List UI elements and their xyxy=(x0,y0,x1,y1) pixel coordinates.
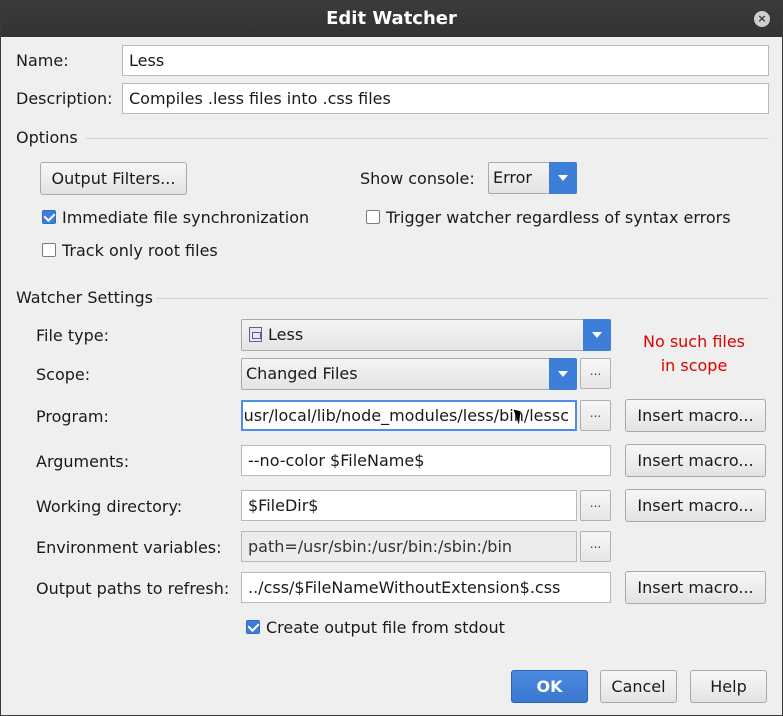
ok-button[interactable]: OK xyxy=(511,670,588,703)
less-file-icon xyxy=(249,327,262,342)
options-heading: Options xyxy=(16,128,78,147)
environment-variables-label: Environment variables: xyxy=(36,538,222,557)
immediate-sync-checkbox[interactable] xyxy=(42,210,56,224)
help-button[interactable]: Help xyxy=(690,670,767,703)
description-label: Description: xyxy=(16,89,113,108)
file-type-select[interactable]: Less xyxy=(241,319,611,351)
output-paths-label: Output paths to refresh: xyxy=(36,579,230,598)
track-root-checkbox[interactable] xyxy=(42,243,56,257)
description-field[interactable]: Compiles .less files into .css files xyxy=(122,83,769,114)
scope-warning: No such files in scope xyxy=(629,330,759,378)
environment-variables-browse-button[interactable]: ... xyxy=(580,531,611,562)
watcher-settings-heading: Watcher Settings xyxy=(16,288,153,307)
scope-browse-button[interactable]: ... xyxy=(580,358,611,389)
program-label: Program: xyxy=(36,407,109,426)
show-console-value: Error xyxy=(493,168,532,187)
scope-select[interactable]: Changed Files xyxy=(241,358,577,390)
cancel-button[interactable]: Cancel xyxy=(600,670,677,703)
chevron-down-icon xyxy=(549,358,577,390)
dialog-title: Edit Watcher xyxy=(326,8,457,29)
working-directory-field[interactable]: $FileDir$ xyxy=(241,490,577,521)
working-directory-insert-macro-button[interactable]: Insert macro... xyxy=(625,489,766,522)
create-output-label: Create output file from stdout xyxy=(266,618,505,637)
watcher-settings-separator xyxy=(156,298,769,299)
name-label: Name: xyxy=(16,51,69,70)
edit-watcher-dialog: Edit Watcher × Name: Less Description: C… xyxy=(0,0,783,716)
options-separator xyxy=(86,138,769,139)
program-insert-macro-button[interactable]: Insert macro... xyxy=(625,399,766,432)
chevron-down-icon xyxy=(583,319,611,351)
show-console-select[interactable]: Error xyxy=(488,162,577,194)
immediate-sync-label: Immediate file synchronization xyxy=(62,208,310,227)
program-field[interactable]: usr/local/lib/node_modules/less/bin/less… xyxy=(241,400,577,431)
scope-warning-line1: No such files xyxy=(642,332,746,351)
name-field[interactable]: Less xyxy=(122,45,769,76)
track-root-label: Track only root files xyxy=(62,241,218,260)
program-browse-button[interactable]: ... xyxy=(580,400,611,431)
close-icon[interactable]: × xyxy=(754,11,770,27)
create-output-checkbox[interactable] xyxy=(246,620,260,634)
environment-variables-field[interactable]: path=/usr/sbin:/usr/bin:/sbin:/bin xyxy=(241,531,577,562)
chevron-down-icon xyxy=(549,162,577,194)
trigger-regardless-checkbox[interactable] xyxy=(366,210,380,224)
output-paths-field[interactable]: ../css/$FileNameWithoutExtension$.css xyxy=(241,572,611,603)
output-filters-button[interactable]: Output Filters... xyxy=(40,162,187,195)
working-directory-browse-button[interactable]: ... xyxy=(580,490,611,521)
arguments-insert-macro-button[interactable]: Insert macro... xyxy=(625,444,766,477)
show-console-label: Show console: xyxy=(360,169,475,188)
scope-warning-line2: in scope xyxy=(660,356,728,375)
title-bar: Edit Watcher × xyxy=(1,1,782,37)
working-directory-label: Working directory: xyxy=(36,497,183,516)
arguments-field[interactable]: --no-color $FileName$ xyxy=(241,445,611,476)
scope-value: Changed Files xyxy=(246,364,358,383)
file-type-value: Less xyxy=(268,325,304,344)
scope-label: Scope: xyxy=(36,365,91,384)
file-type-label: File type: xyxy=(36,326,109,345)
trigger-regardless-label: Trigger watcher regardless of syntax err… xyxy=(386,208,731,227)
output-paths-insert-macro-button[interactable]: Insert macro... xyxy=(625,571,766,604)
arguments-label: Arguments: xyxy=(36,452,130,471)
